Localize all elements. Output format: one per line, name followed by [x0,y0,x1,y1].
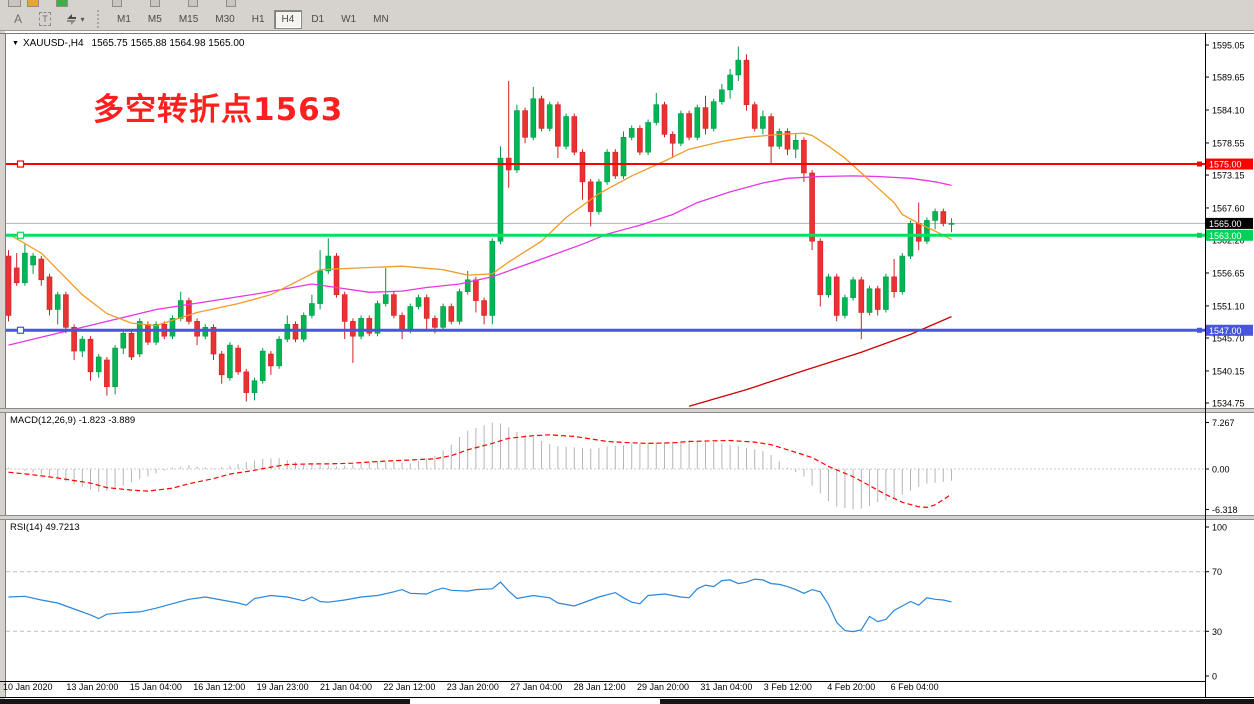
price-tick-label: 1551.10 [1212,301,1245,311]
time-tick-label: 27 Jan 04:00 [510,682,562,692]
chart-annotation-text[interactable]: 多空转折点1563 [93,84,343,129]
macd-indicator-label: MACD(12,26,9) -1.823 -3.889 [10,415,135,426]
rsi-tick-label: 0 [1212,672,1217,682]
time-tick-label: 21 Jan 04:00 [320,682,372,692]
rsi-panel[interactable] [6,572,1205,632]
bottom-bar-right [660,699,1254,704]
time-tick-label: 3 Feb 12:00 [764,682,812,692]
time-tick-label: 23 Jan 20:00 [447,682,499,692]
time-tick-label: 10 Jan 2020 [3,682,53,692]
price-badge-label: 1565.00 [1209,219,1242,229]
mt4-window: A T ▾ M1M5M15M30H1H4D1W1MN 1595.051589.6… [0,0,1254,704]
price-tick-label: 1589.65 [1212,73,1245,83]
price-badge-label: 1575.00 [1209,160,1242,170]
price-tick-label: 1578.55 [1212,138,1245,148]
time-tick-label: 22 Jan 12:00 [383,682,435,692]
rsi-tick-label: 70 [1212,567,1222,577]
time-tick-label: 6 Feb 04:00 [891,682,939,692]
symbol-dropdown-icon[interactable]: ▼ [12,40,19,47]
rsi-indicator-label: RSI(14) 49.7213 [10,522,80,533]
price-tick-label: 1556.65 [1212,268,1245,278]
window-left-edge [0,31,5,704]
price-badge-label: 1563.00 [1209,231,1242,241]
time-tick-label: 29 Jan 20:00 [637,682,689,692]
price-tick-label: 1540.15 [1212,366,1245,376]
time-tick-label: 15 Jan 04:00 [130,682,182,692]
bottom-bar-left [0,699,410,704]
macd-tick-label: 0.00 [1212,465,1230,475]
price-tick-label: 1584.10 [1212,106,1245,116]
price-tick-label: 1573.15 [1212,171,1245,181]
price-tick-label: 1567.60 [1212,203,1245,213]
time-tick-label: 16 Jan 12:00 [193,682,245,692]
time-tick-label: 4 Feb 20:00 [827,682,875,692]
time-tick-label: 13 Jan 20:00 [66,682,118,692]
rsi-tick-label: 100 [1212,523,1227,533]
chart-title: ▼ XAUUSD-,H4 1565.75 1565.88 1564.98 1565.… [12,38,244,49]
price-badge-label: 1547.00 [1209,326,1242,336]
time-tick-label: 31 Jan 04:00 [700,682,752,692]
time-tick-label: 28 Jan 12:00 [574,682,626,692]
price-tick-label: 1595.05 [1212,41,1245,51]
time-tick-label: 19 Jan 23:00 [257,682,309,692]
macd-tick-label: 7.267 [1212,418,1235,428]
time-axis[interactable]: 10 Jan 2020 13 Jan 20:00 15 Jan 04:00 16 Ja… [3,682,939,692]
price-tick-label: 1534.75 [1212,399,1245,409]
macd-panel[interactable] [6,422,1205,509]
rsi-tick-label: 30 [1212,627,1222,637]
macd-tick-label: -6.318 [1212,505,1238,515]
chart-ohlc: 1565.75 1565.88 1564.98 1565.00 [92,38,245,49]
chart-symbol: XAUUSD-,H4 [23,38,84,49]
